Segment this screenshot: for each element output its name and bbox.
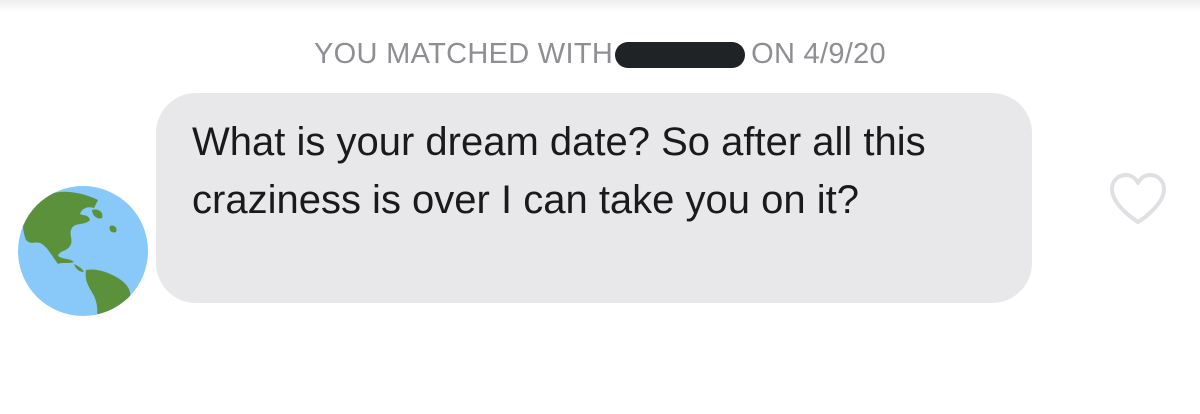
message-text: What is your dream date? So after all th…: [192, 120, 926, 222]
message-bubble[interactable]: What is your dream date? So after all th…: [156, 93, 1032, 303]
avatar[interactable]: [18, 186, 148, 316]
like-button[interactable]: [1108, 172, 1168, 226]
globe-americas-icon: [18, 186, 148, 316]
match-banner: YOU MATCHED WITH ON 4/9/20: [0, 38, 1200, 71]
match-banner-date: ON 4/9/20: [751, 38, 886, 70]
header-shadow: [0, 0, 1200, 12]
heart-outline-icon: [1110, 173, 1166, 224]
redacted-name: [615, 41, 746, 68]
match-banner-prefix: YOU MATCHED WITH: [314, 38, 614, 70]
